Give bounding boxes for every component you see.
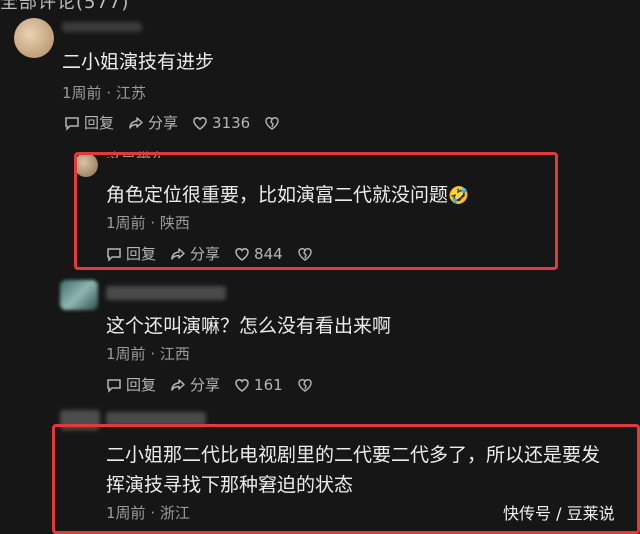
watermark: 快传号 / 豆莱说 [503, 504, 615, 523]
heart-icon [193, 116, 207, 130]
avatar[interactable] [14, 18, 54, 58]
comments-header: 全部评论(577) [0, 0, 130, 13]
broken-heart-icon [297, 378, 312, 392]
reply-icon [107, 378, 121, 393]
like-count: 161 [254, 375, 283, 394]
share-icon [171, 378, 185, 391]
share-icon [129, 116, 143, 129]
comment-location: 江西 [159, 345, 190, 363]
meta-separator: · [150, 345, 156, 363]
reply-label: 回复 [126, 376, 157, 394]
like-count: 3136 [212, 113, 251, 132]
dislike-button[interactable] [297, 377, 317, 393]
share-button[interactable]: 分享 [128, 112, 178, 133]
heart-icon [235, 378, 249, 392]
comment-text: 二小姐演技有进步 [62, 51, 215, 73]
comment-location: 江苏 [115, 84, 146, 102]
like-button[interactable]: 3136 [192, 114, 250, 132]
comment-meta: 1周前 · 江苏 [62, 82, 146, 103]
username-blurred [62, 22, 142, 32]
comment-actions: 回复 分享 161 [106, 374, 317, 395]
comment-actions: 回复 分享 3136 [64, 112, 284, 133]
comment-text: 这个还叫演嘛？怎么没有看出来啊 [106, 315, 392, 337]
reply-icon [65, 116, 79, 131]
share-button[interactable]: 分享 [170, 374, 220, 395]
like-button[interactable]: 161 [234, 376, 283, 394]
broken-heart-icon [265, 116, 279, 130]
reply-label: 回复 [84, 114, 115, 132]
avatar[interactable] [60, 280, 98, 310]
reply-button[interactable]: 回复 [106, 374, 156, 395]
comment-time: 1周前 [62, 84, 102, 102]
meta-separator: · [106, 84, 112, 102]
comment-meta: 1周前 · 江西 [106, 343, 190, 364]
dislike-button[interactable] [264, 115, 284, 131]
username-blurred [106, 286, 226, 300]
share-label: 分享 [148, 114, 179, 132]
comment-time: 1周前 [106, 345, 146, 363]
share-label: 分享 [190, 376, 221, 394]
reply-button[interactable]: 回复 [64, 112, 114, 133]
highlight-box [74, 152, 558, 270]
